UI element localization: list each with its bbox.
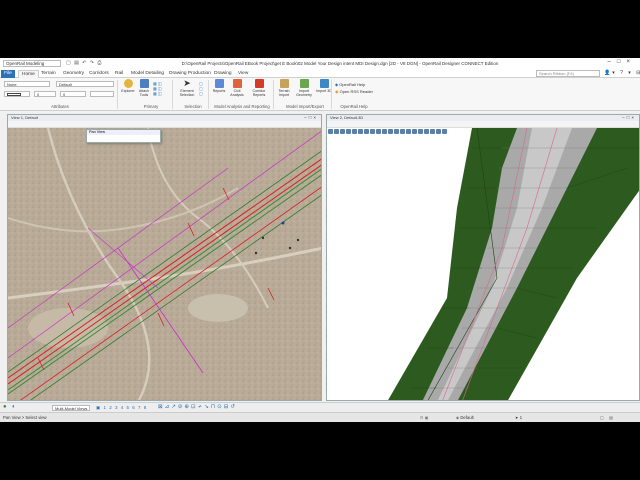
tab-model-detailing[interactable]: Model Detailing bbox=[128, 70, 167, 78]
workspace-dropdown[interactable]: OpenRail Modeling bbox=[3, 60, 61, 67]
status-lock-icons[interactable]: ⊟ ▣ bbox=[420, 413, 429, 422]
status-prompt: Pan View > Select view bbox=[3, 415, 47, 420]
style-dropdown[interactable]: Default bbox=[56, 81, 114, 87]
civil-analysis-button[interactable]: Civil Analysis bbox=[229, 79, 245, 101]
transparency-dropdown[interactable] bbox=[90, 91, 114, 97]
line-style-dropdown[interactable]: 0 bbox=[60, 91, 86, 97]
3d-model-canvas[interactable] bbox=[327, 127, 639, 400]
corridor-reports-button[interactable]: Corridor Reports bbox=[249, 79, 269, 101]
civil-analysis-icon bbox=[232, 79, 242, 88]
ribbon-tabs: File Home Terrain Geometry Corridors Rai… bbox=[0, 69, 640, 78]
bottom-view-toolbar: ● ◐ Multi-Model Views ▣ 1 2 3 4 5 6 7 8 … bbox=[0, 402, 640, 412]
ribbon-home: None Default 0 0 Attributes Explorer Att… bbox=[0, 78, 640, 111]
import-geometry-button[interactable]: Import Geometry bbox=[296, 79, 312, 101]
cursor-arrow-icon: ➤ bbox=[183, 78, 191, 88]
terrain-import-button[interactable]: Terrain Import bbox=[276, 79, 292, 101]
tab-corridors[interactable]: Corridors bbox=[86, 70, 112, 78]
tab-drawing-production[interactable]: Drawing Production bbox=[166, 70, 214, 78]
ribbon-separator bbox=[208, 80, 209, 109]
tab-rail[interactable]: Rail bbox=[112, 70, 126, 78]
reports-icon bbox=[214, 79, 224, 88]
import-geometry-icon bbox=[299, 79, 309, 88]
saved-views-icon[interactable]: ◐ bbox=[12, 404, 16, 410]
ribbon-separator bbox=[273, 80, 274, 109]
aerial-map-canvas[interactable] bbox=[8, 127, 321, 400]
tab-view[interactable]: View bbox=[235, 70, 251, 78]
level-dropdown[interactable]: None bbox=[4, 81, 50, 87]
rss-icon: ◉ bbox=[335, 89, 339, 94]
status-level-indicator[interactable]: ◈ Default bbox=[456, 413, 474, 422]
accudraw-toolbar[interactable]: ⊠⊿↗⊘⊕⊡≁↘⊓⊙⊟↺ bbox=[158, 404, 237, 410]
ribbon-separator bbox=[117, 80, 118, 109]
ribbon-separator bbox=[331, 80, 332, 109]
reports-button[interactable]: Reports bbox=[211, 79, 227, 101]
primary-group-label: Primary bbox=[143, 104, 159, 109]
corridor-reports-icon bbox=[254, 79, 264, 88]
view-groups-icon[interactable]: ● bbox=[3, 404, 7, 410]
primary-small-tools[interactable]: ▦ ◫ ▦ ◫ ▦ ◫ bbox=[153, 81, 162, 96]
help-icon: ◆ bbox=[335, 82, 339, 87]
view-2-toolbar[interactable] bbox=[327, 121, 639, 134]
selection-small-tools[interactable]: ▢ ▢ ▢ bbox=[199, 81, 203, 96]
ribbon-separator bbox=[172, 80, 173, 109]
corridor-3d-model bbox=[388, 127, 639, 400]
title-bar: OpenRail Modeling ▢ ▤ ↶ ↷ ⎙ D:\OpenRail … bbox=[0, 58, 640, 69]
help-group-label: OpenRail Help bbox=[340, 104, 368, 109]
terrain-import-icon bbox=[279, 79, 289, 88]
attach-tools-button[interactable]: Attach Tools bbox=[136, 79, 152, 101]
view-2-3d[interactable]: View 2, Default-3D –□× bbox=[326, 114, 640, 401]
element-selection-button[interactable]: ➤ Element Selection bbox=[176, 79, 198, 101]
user-icons[interactable]: 👤▾ ? ▾ ⊟ bbox=[604, 70, 640, 76]
model-views-dropdown[interactable]: Multi-Model Views bbox=[52, 405, 90, 411]
color-dropdown[interactable] bbox=[4, 91, 30, 97]
status-bar: Pan View > Select view ⊟ ▣ ◈ Default ➤ 1… bbox=[0, 412, 640, 422]
import-3d-button[interactable]: Import 3D bbox=[316, 79, 332, 101]
pan-view-tooltip: Pan View bbox=[86, 129, 161, 143]
view-number-buttons[interactable]: ▣ 1 2 3 4 5 6 7 8 bbox=[96, 405, 147, 411]
window-title: D:\OpenRail Projects\OpenRail EBook Proj… bbox=[181, 61, 499, 66]
import-export-group-label: Model Import/Export bbox=[286, 104, 324, 109]
attributes-group-label: Attributes bbox=[51, 104, 69, 109]
openrail-help-link[interactable]: ◆ OpenRail Help bbox=[335, 82, 365, 87]
tab-home[interactable]: Home bbox=[18, 70, 39, 78]
openrail-rss-link[interactable]: ◉ Open RSS Reader bbox=[335, 89, 373, 94]
explorer-button[interactable]: Explorer bbox=[120, 79, 136, 101]
selection-group-label: Selection bbox=[184, 104, 202, 109]
tab-terrain[interactable]: Terrain bbox=[38, 70, 59, 78]
view-1-toolbar[interactable] bbox=[8, 121, 321, 134]
openrail-designer-window: OpenRail Modeling ▢ ▤ ↶ ↷ ⎙ D:\OpenRail … bbox=[0, 58, 640, 422]
status-right-icons[interactable]: ▢ ▤ bbox=[600, 413, 615, 422]
tab-file[interactable]: File bbox=[1, 70, 15, 78]
explorer-icon bbox=[123, 79, 133, 88]
attach-tools-icon bbox=[139, 79, 149, 88]
status-page-indicator: ➤ 1 bbox=[515, 415, 523, 420]
view-1-2d[interactable]: View 1, Default –□× Pan View bbox=[7, 114, 322, 401]
window-controls[interactable]: –□× bbox=[608, 59, 636, 65]
aerial-imagery bbox=[8, 127, 321, 400]
tab-geometry[interactable]: Geometry bbox=[60, 70, 87, 78]
tab-drawing[interactable]: Drawing bbox=[211, 70, 235, 78]
weight-dropdown[interactable]: 0 bbox=[34, 91, 56, 97]
ribbon-search-input[interactable]: Search Ribbon (F4) bbox=[536, 70, 600, 77]
import-3d-icon bbox=[319, 79, 329, 88]
quick-access-toolbar[interactable]: ▢ ▤ ↶ ↷ ⎙ bbox=[66, 60, 102, 66]
analysis-group-label: Model Analysis and Reporting bbox=[214, 104, 270, 109]
